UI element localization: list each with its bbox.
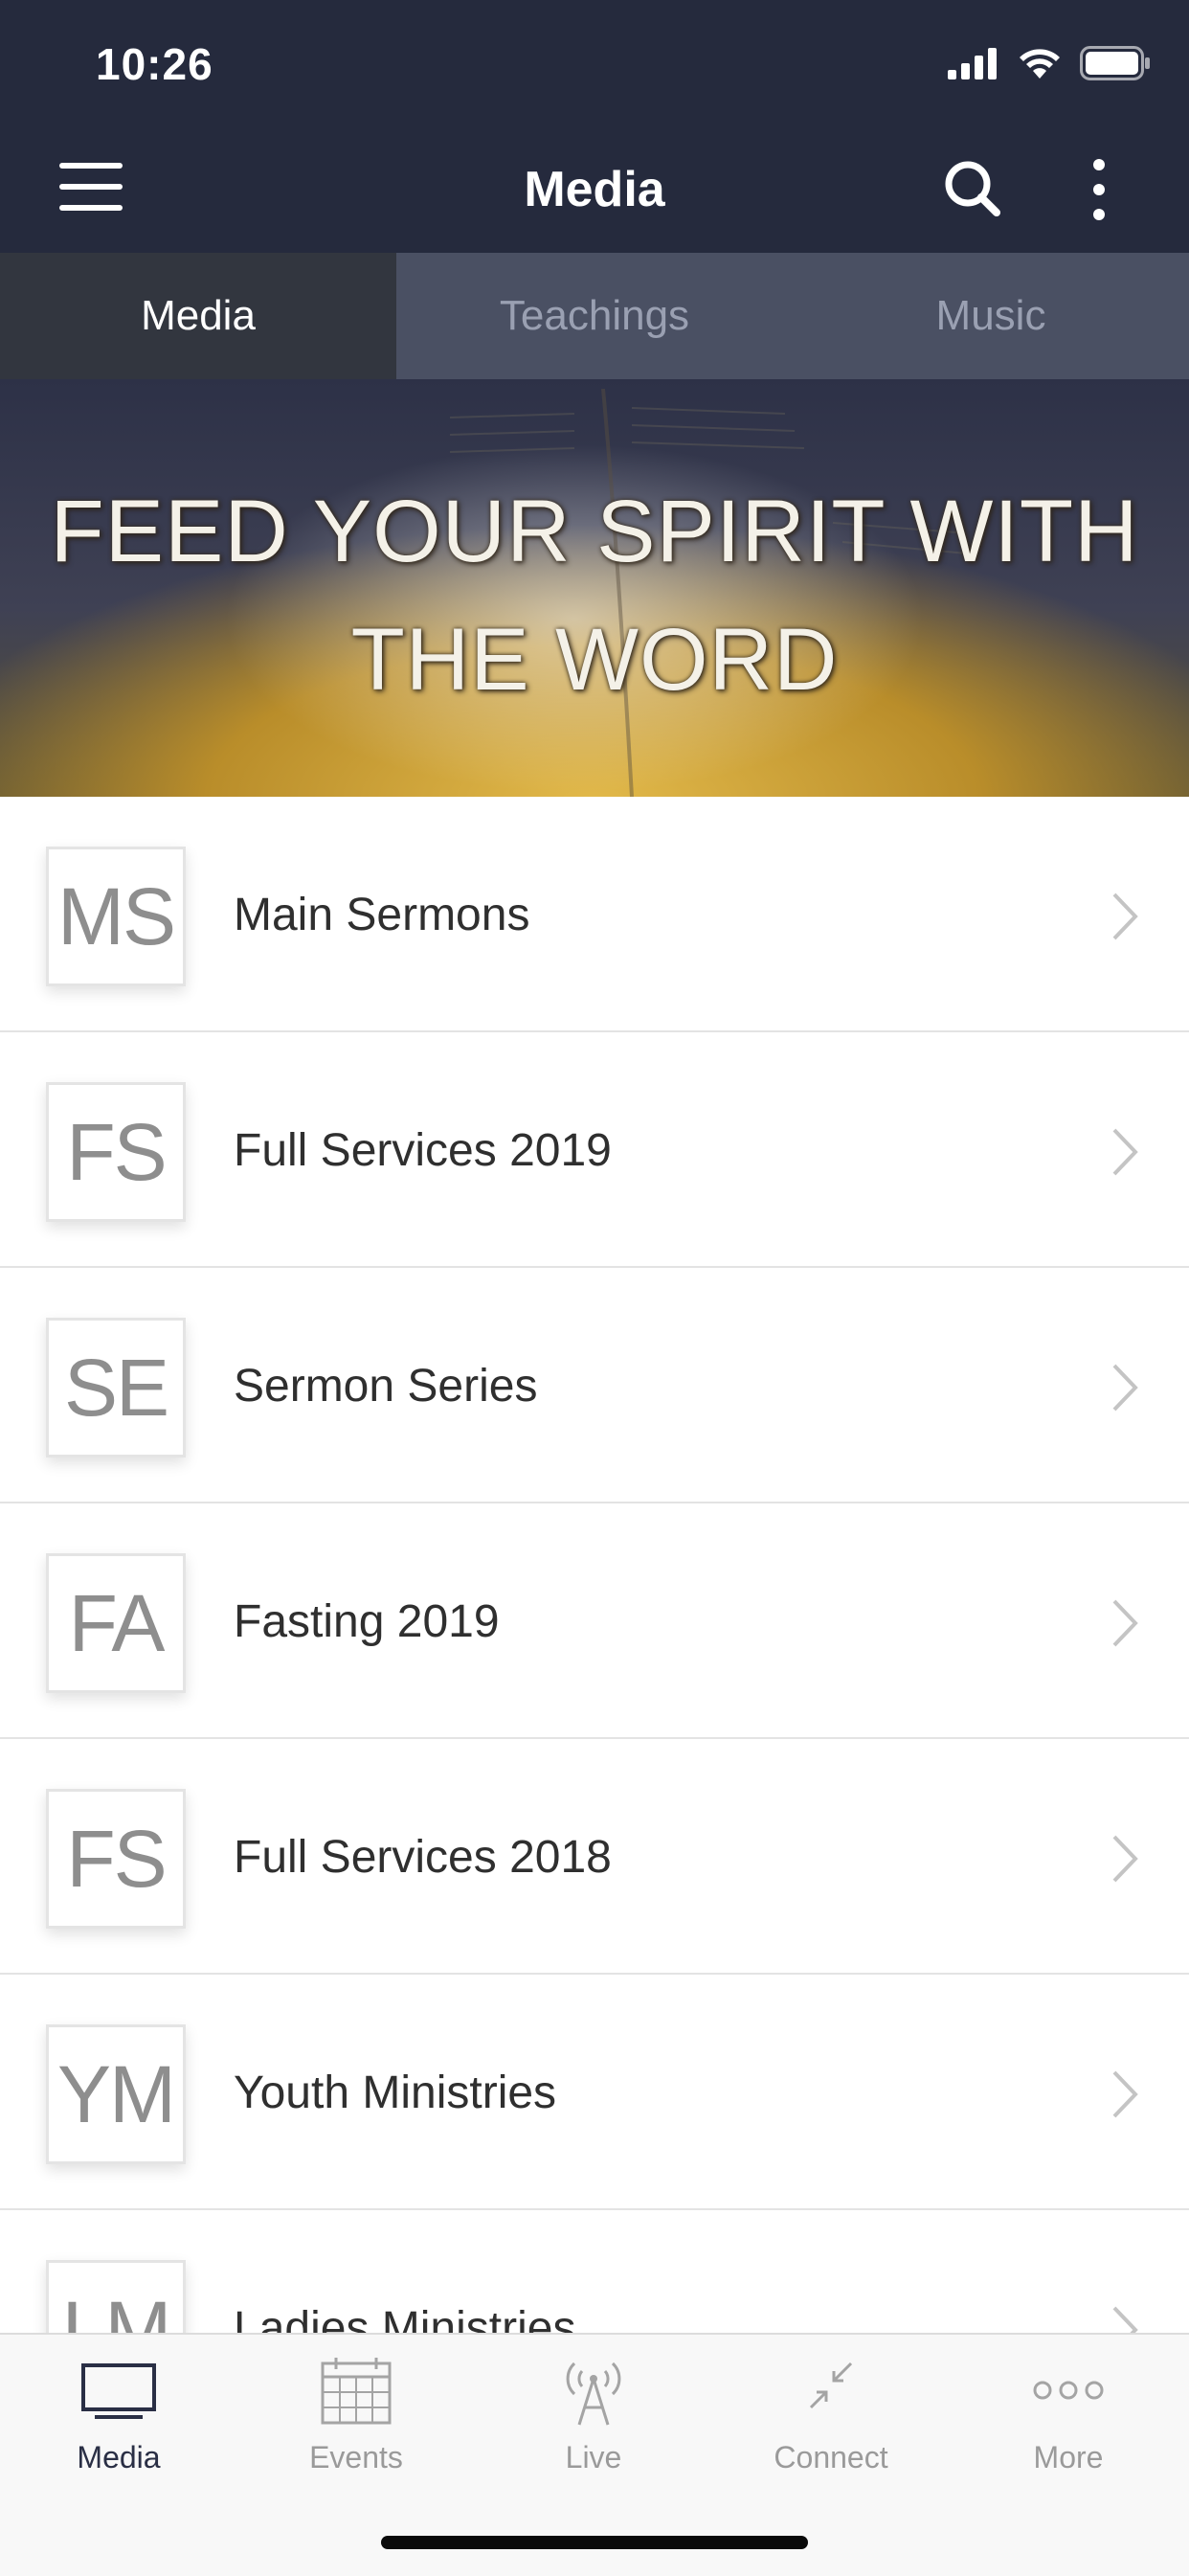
battery-icon <box>1080 46 1150 80</box>
list-item-thumbnail: SE <box>46 1318 186 1457</box>
tv-icon <box>81 2363 156 2419</box>
list-item-thumbnail: FA <box>46 1553 186 1693</box>
overflow-menu-button[interactable] <box>1080 159 1118 220</box>
search-icon[interactable] <box>943 159 1000 216</box>
list-item-label: Full Services 2019 <box>234 1125 612 1176</box>
nav-connect-label: Connect <box>774 2440 888 2474</box>
tab-bar: Media Teachings Music <box>0 253 1189 379</box>
more-dots-icon <box>1033 2381 1104 2400</box>
nav-more[interactable]: More <box>950 2354 1187 2475</box>
chevron-right-icon <box>1112 1599 1138 1647</box>
list-item[interactable]: MS Main Sermons <box>0 797 1189 1032</box>
banner-line-2: THE WORD <box>350 611 839 709</box>
nav-live-label: Live <box>565 2440 622 2474</box>
chevron-right-icon <box>1112 1128 1138 1176</box>
list-item[interactable]: YM Youth Ministries <box>0 1975 1189 2210</box>
list-item-label: Fasting 2019 <box>234 1596 500 1647</box>
wifi-icon <box>1020 49 1060 79</box>
nav-media-label: Media <box>77 2440 161 2474</box>
list-item-label: Youth Ministries <box>234 2068 557 2118</box>
tab-teachings[interactable]: Teachings <box>396 253 793 379</box>
list-item[interactable]: FS Full Services 2018 <box>0 1739 1189 1975</box>
nav-connect[interactable]: Connect <box>712 2354 950 2475</box>
list-item-label: Sermon Series <box>234 1361 538 1412</box>
nav-media[interactable]: Media <box>0 2354 237 2475</box>
list-item[interactable]: FS Full Services 2019 <box>0 1032 1189 1268</box>
status-time: 10:26 <box>96 39 213 89</box>
media-list: MS Main Sermons FS Full Services 2019 SE… <box>0 797 1189 2446</box>
nav-live[interactable]: Live <box>475 2354 712 2475</box>
chevron-right-icon <box>1112 1364 1138 1412</box>
nav-events-label: Events <box>309 2440 403 2474</box>
page-title: Media <box>524 162 665 217</box>
hero-banner: FEED YOUR SPIRIT WITH THE WORD <box>0 379 1189 797</box>
list-item-thumbnail: FS <box>46 1789 186 1929</box>
nav-events[interactable]: Events <box>237 2354 475 2475</box>
chevron-right-icon <box>1112 893 1138 940</box>
list-item[interactable]: SE Sermon Series <box>0 1268 1189 1503</box>
chevron-right-icon <box>1112 2070 1138 2118</box>
nav-more-label: More <box>1033 2440 1104 2474</box>
tab-media[interactable]: Media <box>0 253 396 379</box>
list-item-thumbnail: YM <box>46 2024 186 2164</box>
cellular-signal-icon <box>948 48 997 79</box>
status-icons <box>948 44 1151 82</box>
app-header: 10:26 Media <box>0 0 1189 253</box>
list-item[interactable]: FA Fasting 2019 <box>0 1503 1189 1739</box>
tab-music[interactable]: Music <box>793 253 1189 379</box>
vertical-dots-icon <box>1093 159 1105 170</box>
banner-line-1: FEED YOUR SPIRIT WITH <box>50 483 1139 580</box>
home-indicator[interactable] <box>381 2536 808 2549</box>
broadcast-tower-icon <box>566 2361 621 2426</box>
chevron-right-icon <box>1112 1835 1138 1883</box>
banner-headline: FEED YOUR SPIRIT WITH THE WORD <box>0 467 1189 724</box>
list-item-thumbnail: MS <box>46 847 186 986</box>
list-item-thumbnail: FS <box>46 1082 186 1222</box>
calendar-icon <box>321 2358 392 2425</box>
connect-arrows-icon <box>809 2361 853 2409</box>
list-item-label: Main Sermons <box>234 890 530 940</box>
list-item-label: Full Services 2018 <box>234 1832 612 1883</box>
